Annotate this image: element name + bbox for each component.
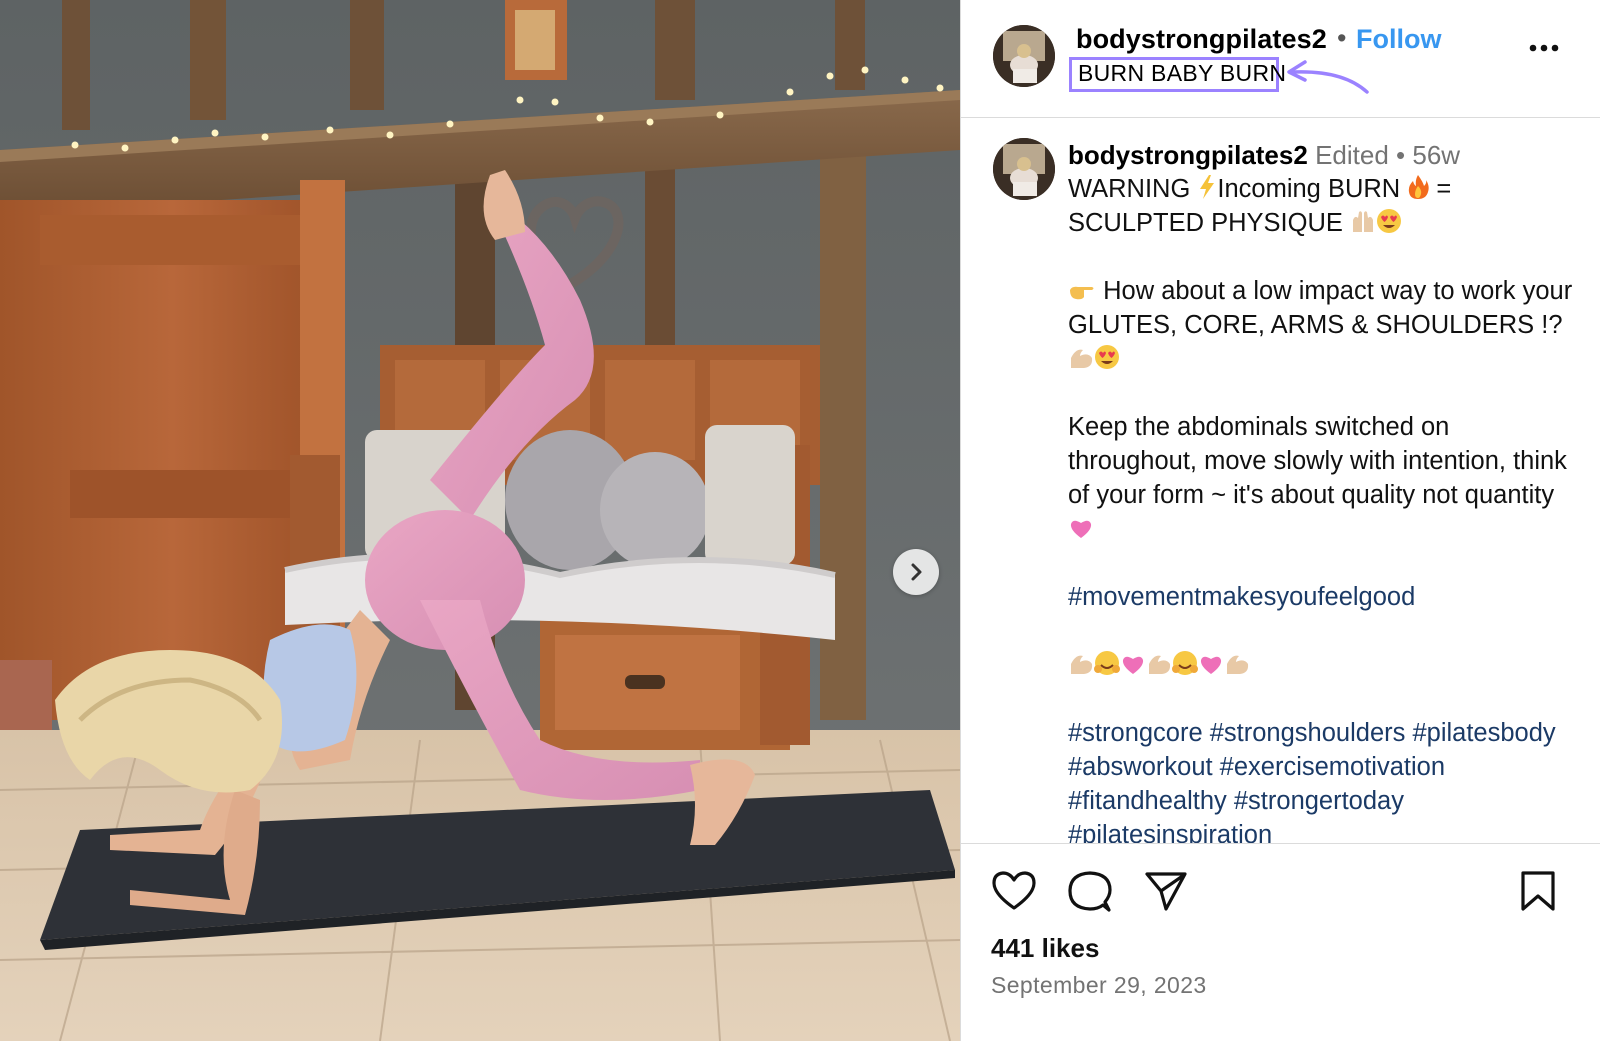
heart-eyes-emoji-icon	[1095, 345, 1119, 369]
likes-count[interactable]: 441 likes	[991, 933, 1099, 964]
caption-paragraph: How about a low impact way to work your …	[1068, 277, 1580, 339]
follow-button[interactable]: Follow	[1356, 24, 1441, 55]
flexed-biceps-emoji-icon	[1149, 655, 1171, 674]
hugging-face-emoji-icon	[1172, 651, 1198, 675]
heart-eyes-emoji-icon	[1376, 209, 1401, 233]
separator-dot: •	[1337, 23, 1347, 53]
more-horizontal-icon[interactable]	[1527, 38, 1561, 58]
fire-emoji-icon	[1409, 175, 1429, 199]
sparkling-heart-emoji-icon	[1070, 520, 1092, 538]
hugging-face-emoji-icon	[1094, 651, 1120, 675]
avatar[interactable]	[993, 25, 1055, 87]
comment-icon[interactable]	[1067, 870, 1113, 914]
caption-username[interactable]: bodystrongpilates2	[1068, 140, 1308, 170]
post-header: bodystrongpilates2 • Follow BURN BABY BU…	[961, 0, 1600, 118]
caption-header: bodystrongpilates2 Edited • 56w	[1068, 140, 1460, 171]
avatar-image	[993, 25, 1055, 87]
bookmark-icon[interactable]	[1519, 870, 1557, 912]
flexed-biceps-emoji-icon	[1227, 655, 1249, 674]
caption-line: SCULPTED PHYSIQUE	[1068, 209, 1350, 237]
caption-section[interactable]: bodystrongpilates2 Edited • 56w WARNING …	[961, 118, 1600, 843]
post-date: September 29, 2023	[991, 972, 1207, 998]
hashtag-list[interactable]: #strongcore #strongshoulders #pilatesbod…	[1068, 719, 1563, 843]
hashtag-link[interactable]: #movementmakesyoufeelgood	[1068, 583, 1415, 611]
flexed-biceps-emoji-icon	[1071, 655, 1093, 674]
sparkling-heart-emoji-icon	[1200, 656, 1222, 674]
post-media[interactable]	[0, 0, 960, 1041]
heart-icon[interactable]	[991, 870, 1037, 912]
sparkling-heart-emoji-icon	[1122, 656, 1144, 674]
post-side-panel: bodystrongpilates2 • Follow BURN BABY BU…	[961, 0, 1600, 1041]
actions-divider	[961, 843, 1600, 844]
paper-plane-icon[interactable]	[1144, 870, 1188, 912]
separator-dot: •	[1396, 140, 1406, 170]
avatar-image	[993, 138, 1055, 200]
caption-line: Incoming BURN	[1217, 175, 1408, 203]
post-age[interactable]: 56w	[1412, 140, 1460, 170]
caption-paragraph: Keep the abdominals switched on througho…	[1068, 413, 1575, 509]
chevron-right-icon	[911, 563, 922, 581]
next-media-button[interactable]	[893, 549, 939, 595]
caption-avatar[interactable]	[993, 138, 1055, 200]
edited-label: Edited	[1315, 140, 1389, 170]
annotation-arrow	[1287, 60, 1369, 94]
post-username[interactable]: bodystrongpilates2	[1076, 24, 1327, 55]
raising-hands-emoji-icon	[1352, 211, 1373, 232]
lightning-emoji-icon	[1200, 175, 1215, 199]
caption-text: WARNING Incoming BURN = SCULPTED PHYSIQU…	[1068, 172, 1578, 843]
post-photo	[0, 0, 960, 1041]
instagram-post-view: bodystrongpilates2 • Follow BURN BABY BU…	[0, 0, 1600, 1041]
caption-line: WARNING	[1068, 175, 1198, 203]
flexed-biceps-emoji-icon	[1071, 349, 1093, 368]
caption-line: =	[1429, 175, 1452, 203]
pointing-hand-emoji-icon	[1070, 286, 1094, 300]
audio-track-link[interactable]: BURN BABY BURN	[1078, 60, 1286, 87]
